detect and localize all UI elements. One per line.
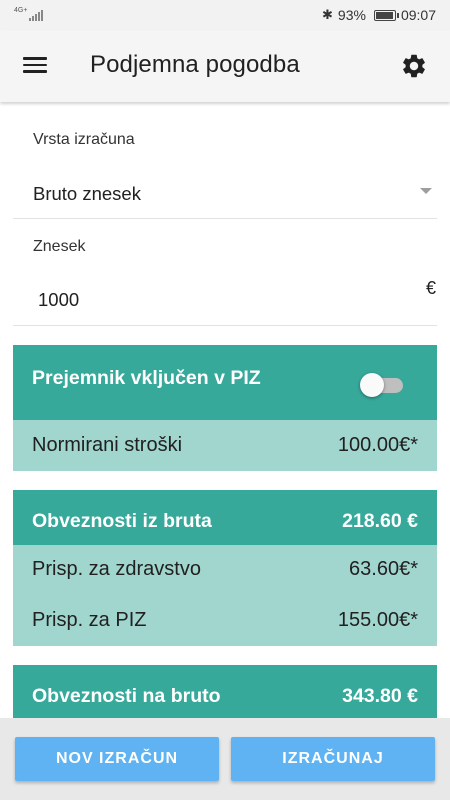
calc-type-select[interactable]: Bruto znesek	[33, 183, 141, 205]
piz-card-body: Normirani stroški 100.00€*	[13, 420, 437, 471]
dropdown-arrow-icon[interactable]	[420, 188, 432, 194]
gross-obligations-total: 218.60 €	[342, 510, 418, 532]
gross-obligations-body: Prisp. za zdravstvo 63.60€* Prisp. za PI…	[13, 545, 437, 646]
gear-icon[interactable]	[400, 52, 428, 80]
amount-input[interactable]	[38, 287, 408, 313]
gross-obligations-title: Obveznosti iz bruta	[32, 510, 212, 532]
currency-symbol: €	[425, 278, 436, 298]
toggle-thumb	[360, 373, 384, 397]
hamburger-menu-icon[interactable]	[23, 55, 47, 75]
app-bar: Podjemna pogodba	[0, 30, 450, 102]
bottom-action-bar: NOV IZRAČUN IZRAČUNAJ	[0, 718, 450, 800]
on-gross-obligations-header: Obveznosti na bruto 343.80 €	[13, 665, 437, 718]
signal-icon	[29, 9, 44, 21]
piz-card-title: Prejemnik vključen v PIZ	[32, 367, 261, 389]
network-type: 4G+	[14, 6, 28, 14]
piz-contribution-value: 155.00€*	[337, 609, 418, 631]
amount-label: Znesek	[33, 238, 86, 255]
calc-type-divider	[13, 218, 437, 219]
network-status: 4G+	[14, 6, 44, 21]
battery-percent: 93%	[337, 7, 366, 23]
on-gross-obligations-title: Obveznosti na bruto	[32, 685, 221, 707]
calculate-button[interactable]: IZRAČUNAJ	[231, 737, 435, 781]
piz-card-header: Prejemnik vključen v PIZ	[13, 345, 437, 420]
status-bar: 4G+ ✱ 93% 09:07	[0, 0, 450, 30]
status-right: ✱ 93% 09:07	[322, 7, 436, 23]
amount-divider	[13, 325, 437, 326]
flat-costs-value: 100.00€*	[337, 434, 418, 456]
new-calculation-button[interactable]: NOV IZRAČUN	[15, 737, 219, 781]
page-title: Podjemna pogodba	[90, 51, 300, 78]
calc-type-label: Vrsta izračuna	[33, 131, 135, 148]
gross-obligations-header: Obveznosti iz bruta 218.60 €	[13, 490, 437, 545]
piz-toggle[interactable]	[360, 373, 404, 397]
flat-costs-label: Normirani stroški	[32, 434, 183, 456]
bluetooth-icon: ✱	[322, 7, 333, 22]
health-contribution-value: 63.60€*	[349, 558, 418, 580]
on-gross-obligations-total: 343.80 €	[342, 685, 418, 707]
clock: 09:07	[400, 7, 436, 23]
piz-contribution-label: Prisp. za PIZ	[32, 609, 147, 631]
health-contribution-label: Prisp. za zdravstvo	[32, 558, 201, 580]
battery-icon	[373, 9, 399, 21]
battery-level	[375, 11, 393, 19]
